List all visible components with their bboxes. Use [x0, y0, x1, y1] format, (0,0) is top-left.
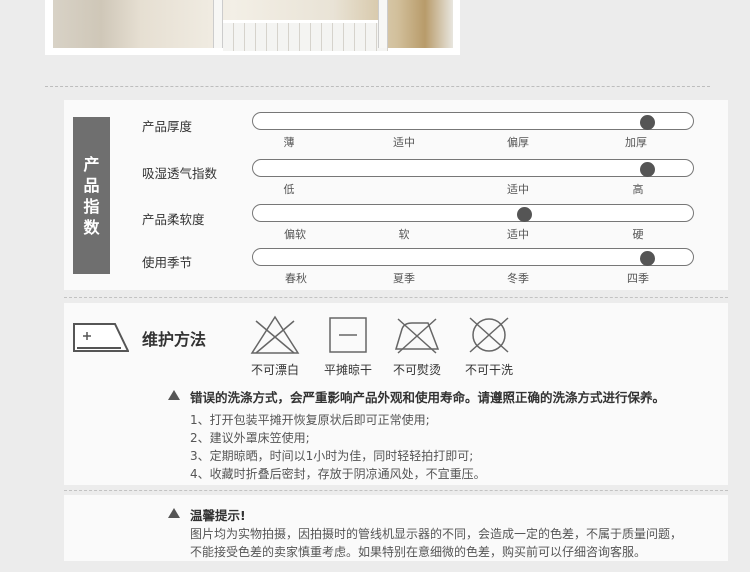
no-bleach-icon [250, 315, 300, 354]
index-sidebar: 产 品 指 数 [73, 117, 110, 274]
sidebar-char: 产 [83, 154, 100, 174]
dry-flat-icon [329, 317, 367, 353]
tick-label: 硬 [632, 228, 644, 241]
sidebar-char: 数 [83, 217, 100, 237]
notice-line: 不能接受色差的卖家慎重考虑。如果特别在意细微的色差，购买前可以仔细咨询客服。 [190, 545, 647, 559]
bed-post [378, 0, 388, 48]
bed-rail [223, 20, 388, 51]
tick-label: 高 [632, 183, 644, 196]
slider-knob [517, 207, 532, 222]
tick-label: 偏厚 [507, 136, 529, 149]
slider-knob [640, 251, 656, 266]
tick-label: 加厚 [625, 136, 647, 149]
care-warning: 错误的洗涤方式，会严重影响产品外观和使用寿命。请遵照正确的洗涤方式进行保养。 [190, 390, 666, 405]
bed-image [53, 0, 453, 51]
product-photo [45, 0, 460, 55]
warning-icon [168, 390, 180, 400]
plus-tag-icon [73, 323, 129, 352]
breathability-slider [252, 159, 694, 177]
tick-label: 适中 [393, 136, 415, 149]
tick-label: 低 [283, 183, 295, 196]
row-label-softness: 产品柔软度 [142, 212, 205, 227]
tick-label: 软 [398, 228, 410, 241]
tick-label: 夏季 [393, 272, 415, 285]
bed-post [213, 0, 223, 48]
season-slider [252, 248, 694, 266]
no-iron-icon [394, 318, 440, 354]
slider-knob [640, 162, 656, 177]
symbol-label: 平摊晾干 [323, 363, 373, 377]
tick-label: 适中 [507, 228, 529, 241]
symbol-label: 不可干洗 [464, 363, 514, 377]
sidebar-char: 品 [83, 175, 100, 195]
tick-label: 四季 [627, 272, 649, 285]
symbol-label: 不可熨烫 [392, 363, 442, 377]
notice-title: 温馨提示! [190, 508, 246, 523]
notice-line: 图片均为实物拍摄，因拍摄时的管线机显示器的不同，会造成一定的色差，不属于质量问题… [190, 527, 683, 541]
tick-label: 春秋 [285, 272, 307, 285]
care-step: 3、定期晾晒，时间以1小时为佳，同时轻轻拍打即可; [190, 449, 474, 463]
divider [45, 86, 710, 87]
tick-label: 冬季 [507, 272, 529, 285]
no-wash-icon [469, 317, 509, 353]
divider [64, 490, 728, 491]
care-title: 维护方法 [142, 330, 207, 349]
sidebar-char: 指 [83, 196, 100, 216]
row-label-breathability: 吸湿透气指数 [142, 166, 218, 181]
slider-knob [640, 115, 656, 130]
thickness-slider [252, 112, 694, 130]
care-step: 4、收藏时折叠后密封，存放于阴凉通风处，不宜重压。 [190, 467, 486, 481]
symbol-label: 不可漂白 [250, 363, 300, 377]
warning-icon [168, 508, 180, 518]
softness-slider [252, 204, 694, 222]
care-step: 1、打开包装平摊开恢复原状后即可正常使用; [190, 413, 430, 427]
tick-label: 偏软 [284, 228, 306, 241]
tick-label: 薄 [283, 136, 295, 149]
divider [64, 297, 728, 298]
tick-label: 适中 [507, 183, 529, 196]
row-label-season: 使用季节 [142, 255, 193, 270]
row-label-thickness: 产品厚度 [142, 119, 193, 134]
care-step: 2、建议外罩床笠使用; [190, 431, 310, 445]
